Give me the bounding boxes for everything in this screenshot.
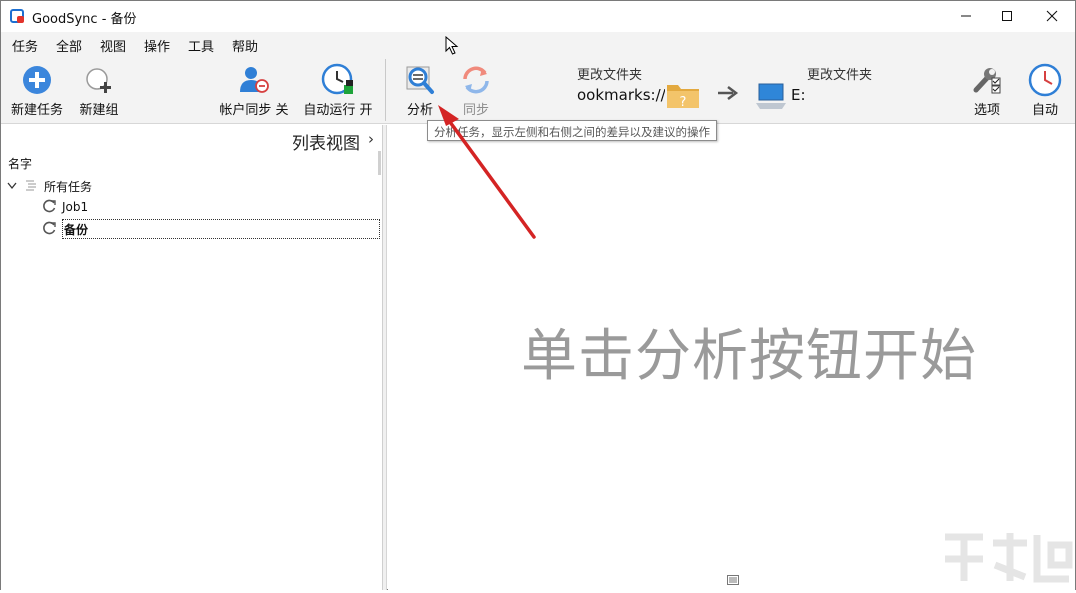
watermark-logo	[939, 525, 1075, 589]
goodsync-window: GoodSync - 备份 任务 全部 视图 操作 工具 帮助 新建任务 新建组…	[0, 0, 1076, 590]
mouse-cursor-icon	[445, 36, 459, 55]
annotation-arrow	[438, 105, 536, 239]
